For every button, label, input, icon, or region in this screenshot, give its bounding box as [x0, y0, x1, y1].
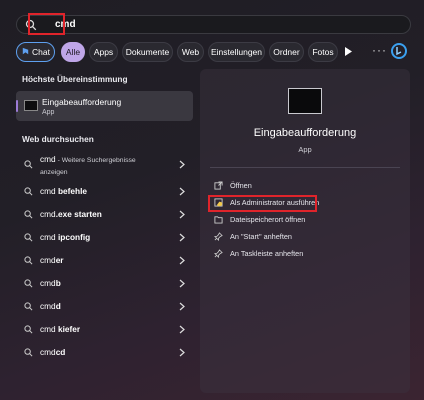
web-result-query: cmd [40, 186, 58, 196]
chip-einstellungen-label: Einstellungen [210, 47, 263, 57]
web-result-completion: ipconfig [57, 232, 91, 242]
chevron-right-icon [179, 210, 185, 219]
chip-fotos[interactable]: Fotos [308, 42, 338, 62]
cmd-app-icon [288, 88, 322, 114]
web-result-completion: d [55, 301, 61, 311]
web-result-item[interactable]: cmd befehle [16, 183, 193, 201]
best-match-item[interactable]: Eingabeaufforderung App [16, 91, 193, 121]
action-pin-to-taskbar[interactable]: An Taskleiste anheften [214, 247, 394, 261]
chip-alle[interactable]: Alle [61, 42, 85, 62]
search-icon [24, 187, 33, 196]
web-result-item[interactable]: cmd - Weitere Suchergebnisse anzeigen [16, 154, 193, 180]
web-result-query: cmd [40, 232, 58, 242]
web-result-query: cmd [40, 347, 56, 357]
web-result-query: cmd [40, 301, 56, 311]
chevron-right-icon [179, 279, 185, 288]
chevron-right-icon [179, 348, 185, 357]
web-result-item[interactable]: cmdd [16, 298, 193, 316]
search-highlight-box [28, 13, 65, 35]
best-match-type: App [42, 109, 55, 116]
chevron-right-icon [179, 187, 185, 196]
search-window: cmd Chat Alle Apps Dokumente Web Einstel… [0, 0, 424, 400]
web-result-query: cmd [40, 324, 58, 334]
chip-web[interactable]: Web [177, 42, 204, 62]
pin-icon [214, 232, 223, 241]
web-result-completion: cd [55, 347, 66, 357]
action-pin-to-start-label: An "Start" anheften [230, 232, 292, 241]
web-result-completion: er [55, 255, 64, 265]
search-icon [24, 160, 33, 169]
web-result-item[interactable]: cmdb [16, 275, 193, 293]
best-match-heading: Höchste Übereinstimmung [22, 74, 128, 84]
search-icon [24, 233, 33, 242]
chevron-right-icon [179, 302, 185, 311]
web-result-item[interactable]: cmdcd [16, 344, 193, 362]
action-open[interactable]: Öffnen [214, 179, 394, 193]
web-result-query: cmd [40, 278, 56, 288]
search-icon [24, 210, 33, 219]
chip-ordner[interactable]: Ordner [269, 42, 304, 62]
cmd-app-icon [24, 100, 38, 111]
web-result-item[interactable]: cmder [16, 252, 193, 270]
details-panel: Eingabeaufforderung App Öffnen Als Admin… [200, 69, 410, 393]
search-icon [24, 302, 33, 311]
chip-web-label: Web [181, 47, 200, 57]
chip-chat-label: Chat [32, 47, 50, 57]
search-icon [24, 279, 33, 288]
pin-icon [214, 249, 223, 258]
chip-chat[interactable]: Chat [16, 42, 55, 62]
admin-highlight-box [208, 195, 317, 212]
chip-einstellungen[interactable]: Einstellungen [208, 42, 265, 62]
web-result-item[interactable]: cmd ipconfig [16, 229, 193, 247]
web-result-hint-2: anzeigen [40, 169, 68, 176]
search-icon [24, 325, 33, 334]
chip-apps-label: Apps [93, 47, 114, 57]
web-search-heading: Web durchsuchen [22, 134, 94, 144]
search-icon [24, 348, 33, 357]
action-open-file-location[interactable]: Dateispeicherort öffnen [214, 213, 394, 227]
web-result-completion: kiefer [57, 324, 81, 334]
details-divider [210, 167, 400, 168]
web-result-completion: befehle [57, 186, 88, 196]
web-result-completion: b [55, 278, 61, 288]
chip-alle-label: Alle [65, 47, 81, 57]
web-result-hint: - Weitere Suchergebnisse [55, 157, 136, 164]
scroll-right-icon[interactable] [345, 47, 352, 56]
chip-dokumente[interactable]: Dokumente [122, 42, 173, 62]
chevron-right-icon [179, 256, 185, 265]
details-app-type: App [298, 145, 312, 154]
action-pin-to-start[interactable]: An "Start" anheften [214, 230, 394, 244]
web-result-query: cmd [40, 154, 56, 164]
action-open-label: Öffnen [230, 181, 252, 190]
action-open-file-location-label: Dateispeicherort öffnen [230, 215, 306, 224]
best-match-name: Eingabeaufforderung [42, 97, 122, 107]
bing-icon[interactable] [391, 43, 407, 59]
chat-icon [22, 47, 29, 55]
chip-fotos-label: Fotos [312, 47, 334, 57]
web-result-query: cmd [40, 209, 56, 219]
more-options-icon[interactable]: ··· [372, 43, 387, 57]
web-result-completion: .exe starten [55, 209, 102, 219]
details-app-name: Eingabeaufforderung [253, 127, 357, 139]
web-result-item[interactable]: cmd kiefer [16, 321, 193, 339]
search-icon [24, 256, 33, 265]
chip-apps[interactable]: Apps [89, 42, 118, 62]
web-result-query: cmd [40, 255, 56, 265]
chevron-right-icon [179, 160, 185, 169]
web-result-item[interactable]: cmd.exe starten [16, 206, 193, 224]
open-icon [214, 181, 223, 190]
action-pin-to-taskbar-label: An Taskleiste anheften [230, 249, 304, 258]
folder-icon [214, 216, 223, 224]
chip-dokumente-label: Dokumente [125, 47, 170, 57]
chip-ordner-label: Ordner [273, 47, 300, 57]
selection-accent [16, 100, 18, 112]
chevron-right-icon [179, 233, 185, 242]
search-bar[interactable]: cmd [16, 15, 411, 34]
chevron-right-icon [179, 325, 185, 334]
